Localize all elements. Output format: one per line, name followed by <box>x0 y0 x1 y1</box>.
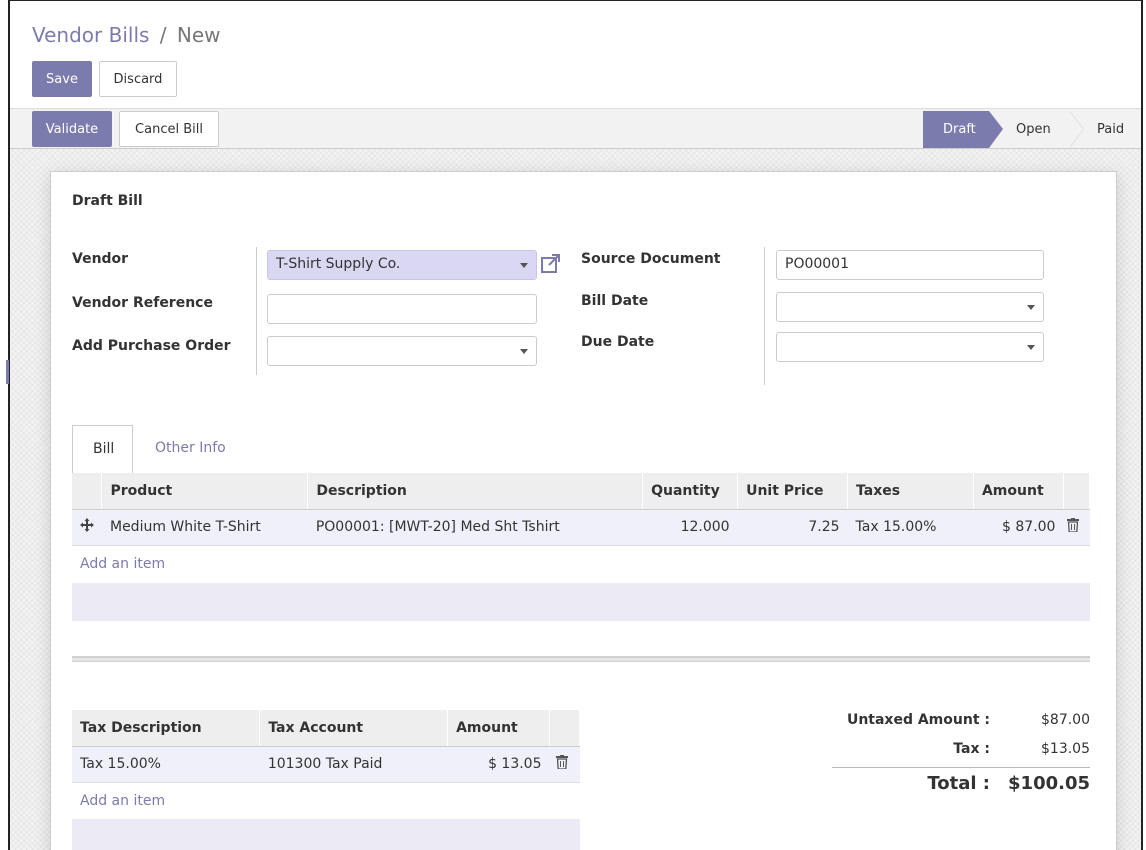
column-trash <box>1063 473 1091 510</box>
column-header-taxes[interactable]: Taxes <box>847 473 974 510</box>
cell-product[interactable]: Medium White T-Shirt <box>101 509 308 546</box>
column-header-tax-description[interactable]: Tax Description <box>72 710 261 747</box>
tab-bill-label: Bill <box>93 441 115 457</box>
total-label: Total : <box>927 773 990 794</box>
cancel-bill-button[interactable]: Cancel Bill <box>119 111 219 147</box>
totals-divider <box>832 767 1090 768</box>
empty-row-band <box>72 819 580 850</box>
field-separator <box>764 247 765 385</box>
validate-button[interactable]: Validate <box>32 111 112 147</box>
column-header-product[interactable]: Product <box>101 473 309 510</box>
breadcrumb-parent-link[interactable]: Vendor Bills <box>32 23 149 47</box>
stage-open-arrow-inner <box>1069 111 1083 148</box>
empty-row-band <box>72 583 1090 621</box>
vendor-value: T-Shirt Supply Co. <box>276 256 401 272</box>
tax-total-value: $13.05 <box>1041 741 1090 757</box>
tab-bill[interactable]: Bill <box>72 425 133 474</box>
source-document-input[interactable]: PO00001 <box>776 250 1044 280</box>
tab-other-info[interactable]: Other Info <box>155 440 226 456</box>
trash-icon[interactable] <box>1063 509 1090 546</box>
cell-tax-account[interactable]: 101300 Tax Paid <box>259 746 448 783</box>
total-value: $100.05 <box>1008 773 1090 794</box>
chevron-down-icon[interactable] <box>1027 305 1035 310</box>
vendor-reference-label: Vendor Reference <box>72 295 213 311</box>
save-button[interactable]: Save <box>32 61 92 97</box>
cell-description[interactable]: PO00001: [MWT-20] Med Sht Tshirt <box>307 509 643 546</box>
table-header-row: Tax Description Tax Account Amount <box>72 710 580 747</box>
vendor-field[interactable]: T-Shirt Supply Co. <box>267 250 537 280</box>
tax-lines-table: Tax Description Tax Account Amount Tax 1… <box>72 710 580 783</box>
add-line-item-link[interactable]: Add an item <box>80 556 165 572</box>
column-trash <box>549 710 580 747</box>
column-header-unit-price[interactable]: Unit Price <box>737 473 849 510</box>
vendor-label: Vendor <box>72 251 129 267</box>
cell-taxes[interactable]: Tax 15.00% <box>847 509 974 546</box>
add-tax-item-link[interactable]: Add an item <box>80 793 165 809</box>
column-header-amount[interactable]: Amount <box>973 473 1064 510</box>
bill-date-label: Bill Date <box>581 293 649 309</box>
stage-draft[interactable]: Draft <box>923 111 989 148</box>
discard-button[interactable]: Discard <box>99 61 177 97</box>
stage-paid[interactable]: Paid <box>1097 111 1137 148</box>
scroll-indicator[interactable] <box>6 360 9 384</box>
untaxed-amount-label: Untaxed Amount : <box>846 712 990 728</box>
external-link-icon[interactable] <box>540 253 562 275</box>
cell-unit-price[interactable]: 7.25 <box>737 509 848 546</box>
app-window: Vendor Bills / New Save Discard Validate… <box>8 0 1143 850</box>
vendor-reference-input[interactable] <box>267 294 537 324</box>
trash-icon[interactable] <box>549 746 580 783</box>
breadcrumb-separator: / <box>159 23 167 47</box>
column-header-tax-account[interactable]: Tax Account <box>259 710 449 747</box>
control-panel: Vendor Bills / New Save Discard <box>10 1 1141 109</box>
stage-draft-arrow <box>989 111 1003 148</box>
add-purchase-order-label: Add Purchase Order <box>72 338 231 354</box>
invoice-lines-table: Product Description Quantity Unit Price … <box>72 473 1091 546</box>
cell-quantity[interactable]: 12.000 <box>642 509 738 546</box>
column-header-description[interactable]: Description <box>307 473 644 510</box>
form-title: Draft Bill <box>72 193 143 209</box>
table-row[interactable]: Tax 15.00% 101300 Tax Paid $ 13.05 <box>72 746 580 783</box>
column-header-quantity[interactable]: Quantity <box>642 473 739 510</box>
table-row[interactable]: Medium White T-Shirt PO00001: [MWT-20] M… <box>72 509 1090 546</box>
column-header-tax-amount[interactable]: Amount <box>447 710 550 747</box>
chevron-down-icon[interactable] <box>520 263 528 268</box>
breadcrumb: Vendor Bills / New <box>32 23 221 47</box>
bill-date-picker[interactable] <box>776 292 1044 322</box>
stage-open[interactable]: Open <box>1016 111 1066 148</box>
cell-tax-amount[interactable]: $ 13.05 <box>447 746 550 783</box>
due-date-label: Due Date <box>581 334 655 350</box>
breadcrumb-current: New <box>176 23 221 47</box>
drag-handle-icon[interactable] <box>72 509 102 546</box>
chevron-down-icon[interactable] <box>1027 345 1035 350</box>
add-purchase-order-select[interactable] <box>267 336 537 366</box>
source-document-label: Source Document <box>581 251 721 267</box>
field-separator <box>256 247 257 375</box>
section-divider <box>72 656 1090 662</box>
cell-tax-description[interactable]: Tax 15.00% <box>72 746 260 783</box>
table-header-row: Product Description Quantity Unit Price … <box>72 473 1091 510</box>
tax-total-label: Tax : <box>953 741 990 757</box>
column-handle <box>72 473 103 510</box>
chevron-down-icon[interactable] <box>520 349 528 354</box>
untaxed-amount-value: $87.00 <box>1041 712 1090 728</box>
due-date-picker[interactable] <box>776 332 1044 362</box>
cell-amount: $ 87.00 <box>973 509 1064 546</box>
